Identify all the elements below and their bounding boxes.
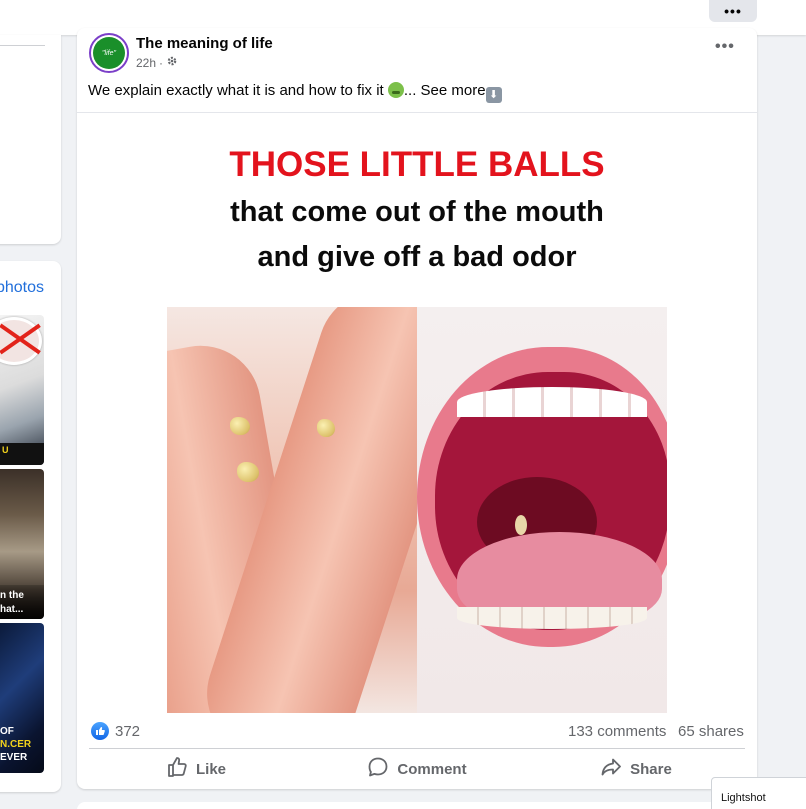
thumbnail-caption: U	[0, 443, 44, 465]
like-reaction-icon[interactable]	[91, 722, 109, 740]
divider	[0, 45, 45, 46]
tonsil-stone	[230, 417, 250, 435]
thumbnail-caption-line: OF	[0, 726, 14, 737]
left-sidebar-card	[0, 35, 61, 244]
ellipsis-icon: •••	[724, 3, 742, 19]
photo-thumbnail[interactable]: U	[0, 315, 44, 465]
post-text-body: We explain exactly what it is and how to…	[88, 82, 388, 99]
nauseated-face-icon	[387, 82, 404, 98]
thumbnail-caption-line: n the	[0, 590, 24, 601]
image-subheadline: that come out of the mouth	[230, 196, 604, 228]
gear-icon	[166, 55, 178, 70]
thumbnail-caption-line: hat...	[0, 604, 24, 615]
post-meta: 22h ·	[136, 55, 178, 70]
tonsil-stone	[317, 419, 335, 437]
thumbnail-caption: n the hat...	[0, 585, 44, 619]
image-headline: THOSE LITTLE BALLS	[229, 145, 605, 184]
thumbnail-caption-line: EVER	[0, 752, 28, 763]
feed-post: "life" The meaning of life 22h · ••• We …	[77, 28, 757, 789]
like-button[interactable]: Like	[96, 753, 296, 785]
thumbnail-caption: OF N.CER EVER	[0, 725, 44, 769]
thumbnail-caption-line: N.CER	[0, 739, 32, 750]
avatar-logo: "life"	[93, 37, 125, 69]
post-options-button[interactable]: •••	[715, 38, 735, 56]
photo-thumbnail[interactable]: n the hat...	[0, 469, 44, 619]
reaction-count[interactable]: 372	[115, 723, 140, 740]
share-button[interactable]: Share	[536, 753, 736, 785]
reactions-summary: 372 133 comments 65 shares	[77, 712, 757, 748]
like-label: Like	[195, 760, 226, 778]
photo-thumbnail[interactable]: OF N.CER EVER	[0, 623, 44, 773]
post-text: We explain exactly what it is and how to…	[88, 82, 502, 103]
comment-bubble-icon	[367, 756, 389, 782]
divider	[89, 748, 745, 749]
down-arrow-icon: ⬇	[485, 87, 502, 103]
tonsil-stone	[515, 515, 527, 535]
share-label: Share	[630, 760, 672, 778]
photos-link[interactable]: photos	[0, 279, 44, 299]
see-more-link[interactable]: ... See more	[404, 82, 486, 99]
ellipsis-icon: •••	[715, 38, 735, 55]
page-name-link[interactable]: The meaning of life	[136, 35, 273, 52]
comment-button[interactable]: Comment	[317, 753, 517, 785]
next-post-card	[77, 802, 757, 809]
post-timestamp[interactable]: 22h	[136, 56, 156, 70]
comment-label: Comment	[397, 760, 467, 778]
fingers-photo	[167, 307, 417, 713]
share-arrow-icon	[600, 756, 622, 782]
post-image[interactable]: THOSE LITTLE BALLS that come out of the …	[77, 112, 757, 713]
open-mouth-photo	[417, 307, 667, 713]
more-options-button[interactable]: •••	[709, 0, 757, 22]
tonsil-stone	[237, 462, 259, 482]
comments-count[interactable]: 133 comments	[568, 723, 666, 740]
page-avatar[interactable]: "life"	[89, 33, 129, 73]
meta-separator: ·	[159, 55, 164, 70]
lower-teeth	[457, 607, 647, 629]
lightshot-badge[interactable]: Lightshot	[711, 777, 806, 809]
upper-teeth	[457, 387, 647, 417]
thumbs-up-icon	[166, 756, 188, 782]
shares-count[interactable]: 65 shares	[678, 723, 744, 740]
image-subheadline: and give off a bad odor	[257, 241, 577, 273]
